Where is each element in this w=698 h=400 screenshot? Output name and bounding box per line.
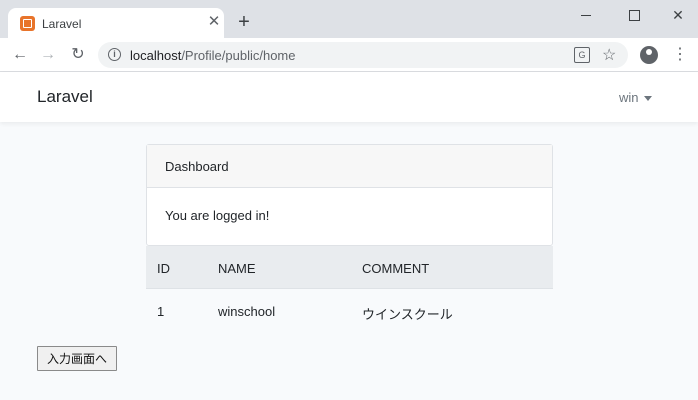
bookmark-star-icon[interactable]: ☆: [602, 45, 616, 65]
brand-link[interactable]: Laravel: [37, 87, 93, 107]
card-body: You are logged in!: [165, 208, 270, 223]
tab-title: Laravel: [42, 17, 82, 31]
tab-close-icon[interactable]: ✕: [206, 14, 222, 30]
reload-icon[interactable]: ↻: [68, 45, 88, 65]
column-header-name: NAME: [218, 261, 256, 276]
card-header: Dashboard: [147, 145, 552, 188]
table-row: 1 winschool ウインスクール: [146, 289, 553, 332]
app-navbar: Laravel win: [0, 72, 698, 122]
user-name: win: [619, 90, 639, 105]
window-minimize-button[interactable]: [574, 6, 598, 24]
back-arrow-icon[interactable]: ←: [10, 45, 30, 65]
cell-id: 1: [157, 304, 165, 319]
laravel-favicon-icon: [20, 16, 35, 31]
browser-tab[interactable]: Laravel ✕: [8, 8, 224, 38]
window-close-button[interactable]: ✕: [666, 6, 690, 24]
url-host: localhost: [130, 48, 182, 63]
user-dropdown[interactable]: win: [619, 90, 652, 105]
dashboard-card: Dashboard You are logged in!: [146, 144, 553, 246]
url-path: /Profile/public/home: [181, 48, 296, 63]
browser-toolbar: ← → ↻ i localhost/Profile/public/home G …: [0, 38, 698, 72]
table-header-row: ID NAME COMMENT: [146, 246, 553, 289]
site-info-icon[interactable]: i: [108, 48, 121, 61]
browser-tab-strip: Laravel ✕ + ✕: [0, 0, 698, 38]
cell-comment: ウインスクール: [362, 307, 453, 322]
column-header-comment: COMMENT: [362, 261, 430, 276]
window-maximize-button[interactable]: [622, 6, 646, 24]
url-text[interactable]: localhost/Profile/public/home: [130, 48, 295, 63]
forward-arrow-icon[interactable]: →: [38, 45, 58, 65]
profile-avatar-icon[interactable]: [640, 46, 658, 64]
cell-name: winschool: [218, 304, 276, 319]
profile-table: ID NAME COMMENT 1 winschool ウインスクール: [146, 246, 553, 332]
column-header-id: ID: [157, 261, 170, 276]
new-tab-button[interactable]: +: [234, 12, 254, 32]
address-bar[interactable]: i localhost/Profile/public/home G ☆: [98, 42, 628, 68]
caret-down-icon: [643, 96, 652, 102]
input-screen-button[interactable]: 入力画面へ: [37, 346, 117, 371]
translate-icon[interactable]: G: [574, 47, 590, 63]
browser-menu-icon[interactable]: ⋮: [672, 45, 688, 65]
